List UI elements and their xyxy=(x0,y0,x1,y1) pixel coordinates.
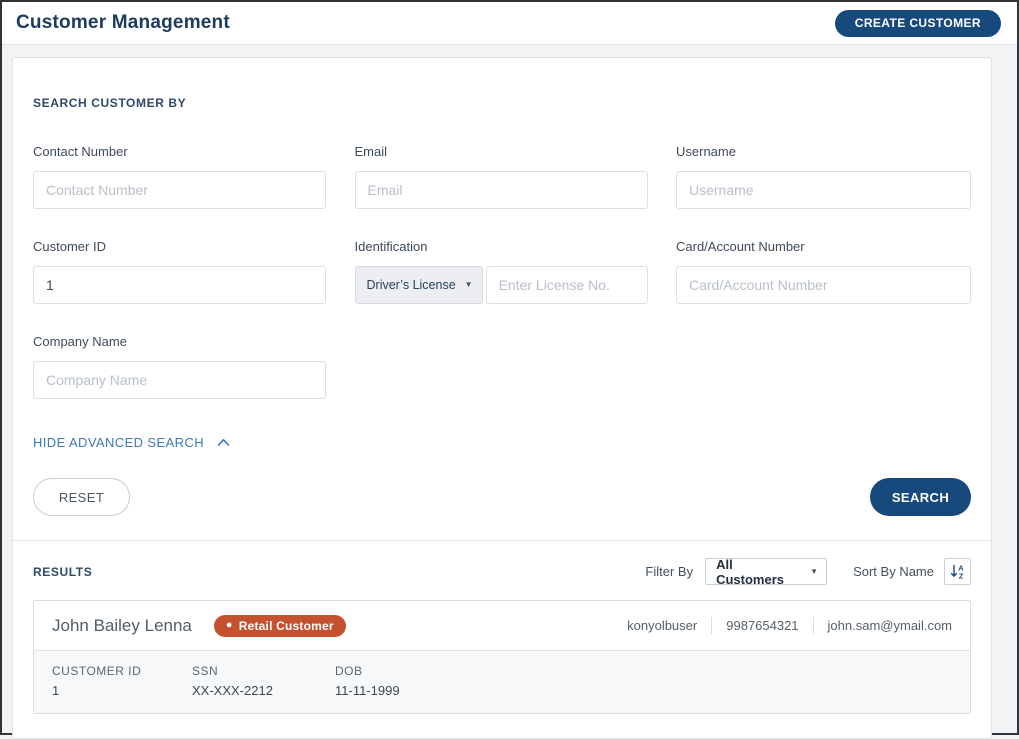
hide-advanced-search-label: HIDE ADVANCED SEARCH xyxy=(33,435,204,450)
company-name-input[interactable] xyxy=(33,361,326,399)
detail-value: 1 xyxy=(52,683,192,698)
detail-dob: DOB 11-11-1999 xyxy=(335,664,478,698)
search-button[interactable]: SEARCH xyxy=(870,478,971,516)
detail-ssn: SSN XX-XXX-2212 xyxy=(192,664,335,698)
hide-advanced-search-link[interactable]: HIDE ADVANCED SEARCH xyxy=(33,435,230,450)
results-tools: Filter By All Customers ▼ Sort By Name A… xyxy=(645,558,971,585)
username-label: Username xyxy=(676,144,971,159)
sort-alpha-icon: A Z xyxy=(949,563,966,580)
sort-by-name-label: Sort By Name xyxy=(853,564,934,579)
detail-label: SSN xyxy=(192,664,335,678)
page-header: Customer Management CREATE CUSTOMER xyxy=(2,2,1017,45)
customer-summary-row: John Bailey Lenna ● Retail Customer kony… xyxy=(34,601,970,650)
customer-result-card[interactable]: John Bailey Lenna ● Retail Customer kony… xyxy=(33,600,971,714)
customer-contact-meta: konyolbuser 9987654321 john.sam@ymail.co… xyxy=(627,617,952,634)
search-form: Contact Number Email Username Customer I… xyxy=(33,144,971,399)
customer-username: konyolbuser xyxy=(627,618,697,633)
detail-value: 11-11-1999 xyxy=(335,683,478,698)
customer-search-panel: SEARCH CUSTOMER BY Contact Number Email … xyxy=(12,57,992,739)
detail-label: DOB xyxy=(335,664,478,678)
chevron-down-icon: ▼ xyxy=(465,281,473,289)
email-label: Email xyxy=(355,144,648,159)
contact-number-label: Contact Number xyxy=(33,144,326,159)
identification-type-selected: Driver’s License xyxy=(367,278,456,292)
customer-phone: 9987654321 xyxy=(726,618,798,633)
customer-detail-row: CUSTOMER ID 1 SSN XX-XXX-2212 DOB 11-11-… xyxy=(34,650,970,713)
detail-customer-id: CUSTOMER ID 1 xyxy=(52,664,192,698)
username-field: Username xyxy=(676,144,971,209)
customer-id-field: Customer ID xyxy=(33,239,326,304)
reset-button[interactable]: RESET xyxy=(33,478,130,516)
contact-number-input[interactable] xyxy=(33,171,326,209)
results-section: RESULTS Filter By All Customers ▼ Sort B… xyxy=(13,541,991,738)
identification-type-select[interactable]: Driver’s License ▼ xyxy=(355,266,483,304)
filter-selected-value: All Customers xyxy=(716,557,801,587)
company-name-field: Company Name xyxy=(33,334,326,399)
filter-by-label: Filter By xyxy=(645,564,693,579)
results-section-title: RESULTS xyxy=(33,565,92,579)
card-account-number-label: Card/Account Number xyxy=(676,239,971,254)
detail-value: XX-XXX-2212 xyxy=(192,683,335,698)
filter-customers-select[interactable]: All Customers ▼ xyxy=(705,558,827,585)
sort-toggle-button[interactable]: A Z xyxy=(944,558,971,585)
chevron-down-icon: ▼ xyxy=(810,568,818,576)
card-account-number-field: Card/Account Number xyxy=(676,239,971,304)
search-section: SEARCH CUSTOMER BY Contact Number Email … xyxy=(13,58,991,540)
badge-dot-icon: ● xyxy=(226,620,233,631)
card-account-number-input[interactable] xyxy=(676,266,971,304)
search-section-title: SEARCH CUSTOMER BY xyxy=(33,96,971,110)
create-customer-button[interactable]: CREATE CUSTOMER xyxy=(835,10,1001,37)
customer-type-badge-label: Retail Customer xyxy=(239,619,334,633)
customer-id-label: Customer ID xyxy=(33,239,326,254)
identification-label: Identification xyxy=(355,239,648,254)
company-name-label: Company Name xyxy=(33,334,326,349)
username-input[interactable] xyxy=(676,171,971,209)
license-number-input[interactable] xyxy=(486,266,648,304)
detail-label: CUSTOMER ID xyxy=(52,664,192,678)
page-title: Customer Management xyxy=(16,12,230,34)
svg-text:Z: Z xyxy=(959,572,964,580)
identification-field: Identification Driver’s License ▼ xyxy=(355,239,648,304)
search-actions-row: RESET SEARCH xyxy=(33,478,971,516)
email-input[interactable] xyxy=(355,171,648,209)
meta-divider xyxy=(813,617,814,634)
results-header: RESULTS Filter By All Customers ▼ Sort B… xyxy=(33,558,971,585)
meta-divider xyxy=(711,617,712,634)
customer-type-badge: ● Retail Customer xyxy=(214,615,346,637)
chevron-up-icon xyxy=(217,438,230,447)
contact-number-field: Contact Number xyxy=(33,144,326,209)
customer-id-input[interactable] xyxy=(33,266,326,304)
customer-email: john.sam@ymail.com xyxy=(828,618,952,633)
customer-name: John Bailey Lenna xyxy=(52,616,192,636)
email-field: Email xyxy=(355,144,648,209)
